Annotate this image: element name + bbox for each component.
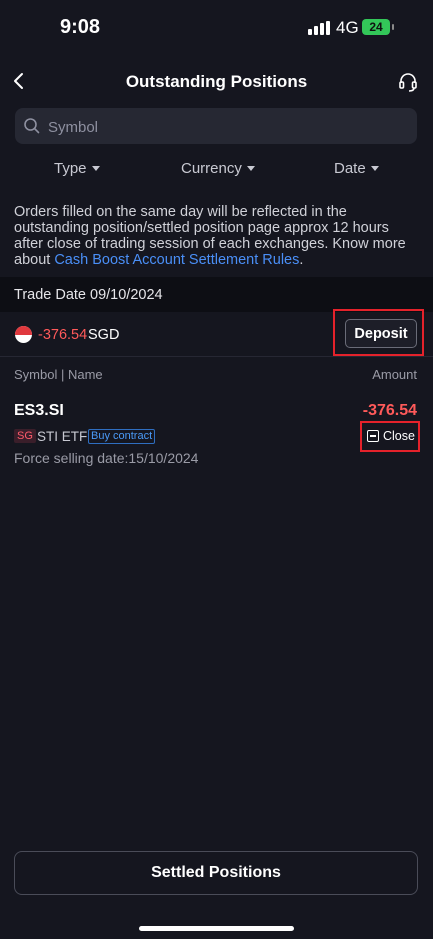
network-label: 4G bbox=[336, 18, 359, 37]
headset-icon[interactable] bbox=[396, 70, 420, 94]
column-symbol-name: Symbol | Name bbox=[14, 367, 103, 382]
page-title: Outstanding Positions bbox=[125, 72, 308, 91]
position-symbol: ES3.SI bbox=[14, 402, 64, 419]
deposit-button[interactable]: Deposit bbox=[345, 319, 417, 348]
status-time: 9:08 bbox=[60, 16, 101, 38]
battery-icon: 24 bbox=[362, 19, 394, 35]
column-amount: Amount bbox=[372, 367, 417, 382]
settled-positions-button[interactable]: Settled Positions bbox=[14, 851, 418, 895]
info-end: . bbox=[299, 252, 304, 268]
close-position-button[interactable]: Close bbox=[365, 426, 415, 446]
trade-date-header: Trade Date 09/10/2024 bbox=[0, 277, 433, 312]
filter-date-label: Date bbox=[334, 160, 366, 177]
contract-badge: Buy contract bbox=[88, 429, 156, 444]
filter-bar: Type Currency Date bbox=[0, 160, 433, 186]
search-input[interactable] bbox=[46, 108, 410, 146]
minus-square-icon bbox=[367, 430, 379, 442]
status-bar: 9:08 4G 24 bbox=[0, 0, 433, 56]
filter-type[interactable]: Type bbox=[54, 160, 100, 177]
nav-bar: Outstanding Positions bbox=[0, 60, 433, 104]
filter-currency-label: Currency bbox=[181, 160, 242, 177]
battery-level: 24 bbox=[369, 20, 383, 34]
filter-currency[interactable]: Currency bbox=[181, 160, 255, 177]
force-selling-date: Force selling date:15/10/2024 bbox=[14, 450, 199, 466]
filter-date[interactable]: Date bbox=[334, 160, 379, 177]
caret-down-icon bbox=[246, 166, 255, 171]
settlement-info: Orders filled on the same day will be re… bbox=[14, 204, 420, 268]
market-badge: SG bbox=[14, 429, 36, 443]
settlement-rules-link[interactable]: Cash Boost Account Settlement Rules bbox=[54, 252, 299, 268]
home-indicator bbox=[139, 926, 294, 931]
search-bar[interactable] bbox=[15, 108, 417, 146]
position-amount: -376.54 bbox=[362, 402, 417, 419]
close-label: Close bbox=[383, 429, 415, 443]
search-icon bbox=[24, 118, 40, 134]
summary-currency: SGD bbox=[88, 327, 120, 343]
position-name: STI ETF bbox=[37, 429, 88, 444]
singapore-flag-icon bbox=[15, 326, 32, 343]
caret-down-icon bbox=[91, 166, 100, 171]
filter-type-label: Type bbox=[54, 160, 87, 177]
trade-date-label: Trade Date 09/10/2024 bbox=[14, 287, 163, 303]
summary-amount: -376.54 bbox=[38, 327, 88, 343]
signal-icon bbox=[308, 21, 330, 35]
caret-down-icon bbox=[370, 166, 379, 171]
